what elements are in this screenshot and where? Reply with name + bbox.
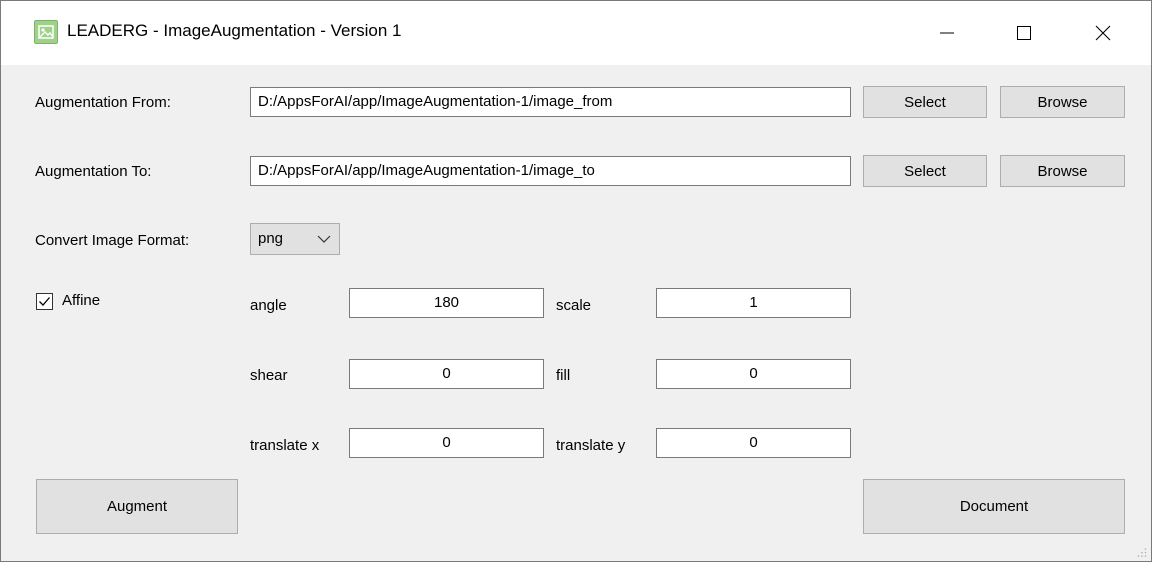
angle-label: angle [250, 297, 287, 314]
image-format-value: png [258, 230, 284, 247]
augmentation-to-select-button[interactable]: Select [863, 155, 987, 187]
translate-x-input[interactable]: 0 [349, 428, 544, 458]
fill-label: fill [556, 367, 571, 384]
window-title: LEADERG - ImageAugmentation - Version 1 [67, 21, 402, 40]
scale-input[interactable]: 1 [656, 288, 851, 318]
title-bar[interactable]: LEADERG - ImageAugmentation - Version 1 [1, 1, 1151, 65]
convert-format-label: Convert Image Format: [35, 232, 190, 249]
augmentation-from-label: Augmentation From: [35, 94, 171, 111]
augmentation-from-browse-button[interactable]: Browse [1000, 86, 1125, 118]
minimize-icon [940, 32, 954, 34]
augmentation-to-input[interactable]: D:/AppsForAI/app/ImageAugmentation-1/ima… [250, 156, 851, 186]
minimize-button[interactable] [919, 1, 975, 65]
fill-input[interactable]: 0 [656, 359, 851, 389]
resize-grip-icon[interactable] [1137, 547, 1147, 557]
augmentation-to-browse-button[interactable]: Browse [1000, 155, 1125, 187]
affine-checkbox[interactable] [36, 293, 53, 310]
augmentation-to-label: Augmentation To: [35, 163, 152, 180]
augment-button[interactable]: Augment [36, 479, 238, 534]
scale-label: scale [556, 297, 592, 314]
augmentation-from-select-button[interactable]: Select [863, 86, 987, 118]
maximize-icon [1017, 26, 1031, 40]
chevron-down-icon [317, 235, 331, 243]
translate-x-label: translate x [250, 437, 320, 454]
app-icon [34, 20, 58, 44]
translate-y-input[interactable]: 0 [656, 428, 851, 458]
app-window: LEADERG - ImageAugmentation - Version 1 … [0, 0, 1152, 562]
maximize-button[interactable] [996, 1, 1052, 65]
document-button[interactable]: Document [863, 479, 1125, 534]
angle-input[interactable]: 180 [349, 288, 544, 318]
translate-y-label: translate y [556, 437, 626, 454]
close-icon [1095, 25, 1111, 41]
checkmark-icon [39, 297, 50, 306]
close-button[interactable] [1075, 1, 1131, 65]
shear-label: shear [250, 367, 288, 384]
image-format-dropdown[interactable]: png [250, 223, 340, 255]
augmentation-from-input[interactable]: D:/AppsForAI/app/ImageAugmentation-1/ima… [250, 87, 851, 117]
shear-input[interactable]: 0 [349, 359, 544, 389]
affine-label[interactable]: Affine [62, 292, 100, 309]
